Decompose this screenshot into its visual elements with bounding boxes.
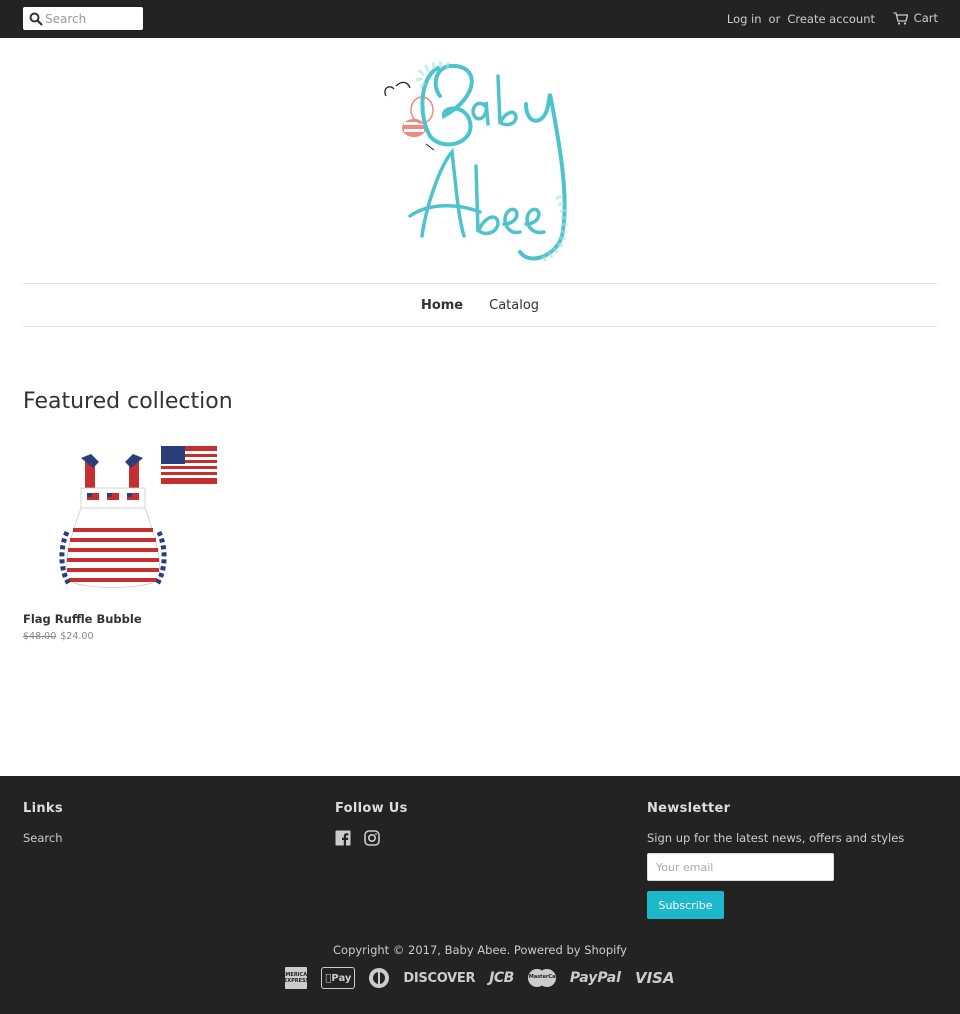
- instagram-icon[interactable]: [364, 830, 380, 846]
- search-box[interactable]: [23, 7, 143, 30]
- footer: Links Search Follow Us Newsletter Sign u…: [0, 776, 960, 1014]
- subscribe-button[interactable]: Subscribe: [647, 891, 724, 919]
- product-price: $48.00 $24.00: [23, 631, 94, 642]
- payment-icons: AMERICAN EXPRESS Pay DISCOVER JCB Maste…: [0, 967, 960, 989]
- create-account-link[interactable]: Create account: [787, 12, 875, 26]
- product-old-price: $48.00: [23, 631, 57, 642]
- product-name[interactable]: Flag Ruffle Bubble: [23, 612, 142, 626]
- or-text: or: [768, 12, 781, 26]
- facebook-icon[interactable]: [335, 830, 351, 846]
- baby-abee-logo[interactable]: [380, 56, 585, 266]
- account-links: Log in or Create account: [727, 12, 875, 26]
- footer-newsletter-heading: Newsletter: [647, 801, 731, 816]
- top-bar: Log in or Create account Cart: [0, 0, 960, 38]
- jcb-icon: JCB: [489, 970, 514, 986]
- nav-item-catalog[interactable]: Catalog: [489, 298, 539, 313]
- amex-icon: AMERICAN EXPRESS: [282, 967, 311, 989]
- paypal-icon: PayPal: [569, 970, 621, 986]
- cart-link[interactable]: Cart: [893, 11, 938, 25]
- cart-icon: [893, 11, 908, 25]
- apple-pay-label: Pay: [328, 972, 351, 984]
- main-nav: Home Catalog: [23, 283, 937, 327]
- featured-collection-title: Featured collection: [23, 389, 233, 414]
- nav-item-home[interactable]: Home: [421, 298, 463, 313]
- newsletter-text: Sign up for the latest news, offers and …: [647, 831, 905, 845]
- product-image[interactable]: [23, 440, 223, 605]
- mastercard-label: MasterCard: [528, 974, 562, 980]
- search-input[interactable]: [45, 9, 139, 28]
- mastercard-icon: MasterCard: [527, 969, 562, 987]
- social-links: [335, 830, 380, 846]
- diners-club-icon: [369, 968, 390, 988]
- login-link[interactable]: Log in: [727, 12, 762, 26]
- cart-label: Cart: [913, 11, 938, 25]
- visa-icon: VISA: [634, 969, 675, 987]
- apple-pay-icon: Pay: [321, 967, 356, 989]
- discover-icon: DISCOVER: [403, 970, 476, 986]
- romper-image: [59, 454, 167, 588]
- footer-links-heading: Links: [23, 801, 63, 816]
- email-field[interactable]: [647, 853, 834, 881]
- footer-follow-heading: Follow Us: [335, 801, 408, 816]
- search-icon[interactable]: [29, 12, 43, 26]
- product-card[interactable]: Flag Ruffle Bubble $48.00 $24.00: [23, 440, 223, 642]
- copyright-text: Copyright © 2017, Baby Abee. Powered by …: [333, 943, 627, 957]
- footer-link-search[interactable]: Search: [23, 831, 63, 845]
- flag-patch-image: [161, 446, 217, 484]
- product-sale-price: $24.00: [60, 631, 94, 642]
